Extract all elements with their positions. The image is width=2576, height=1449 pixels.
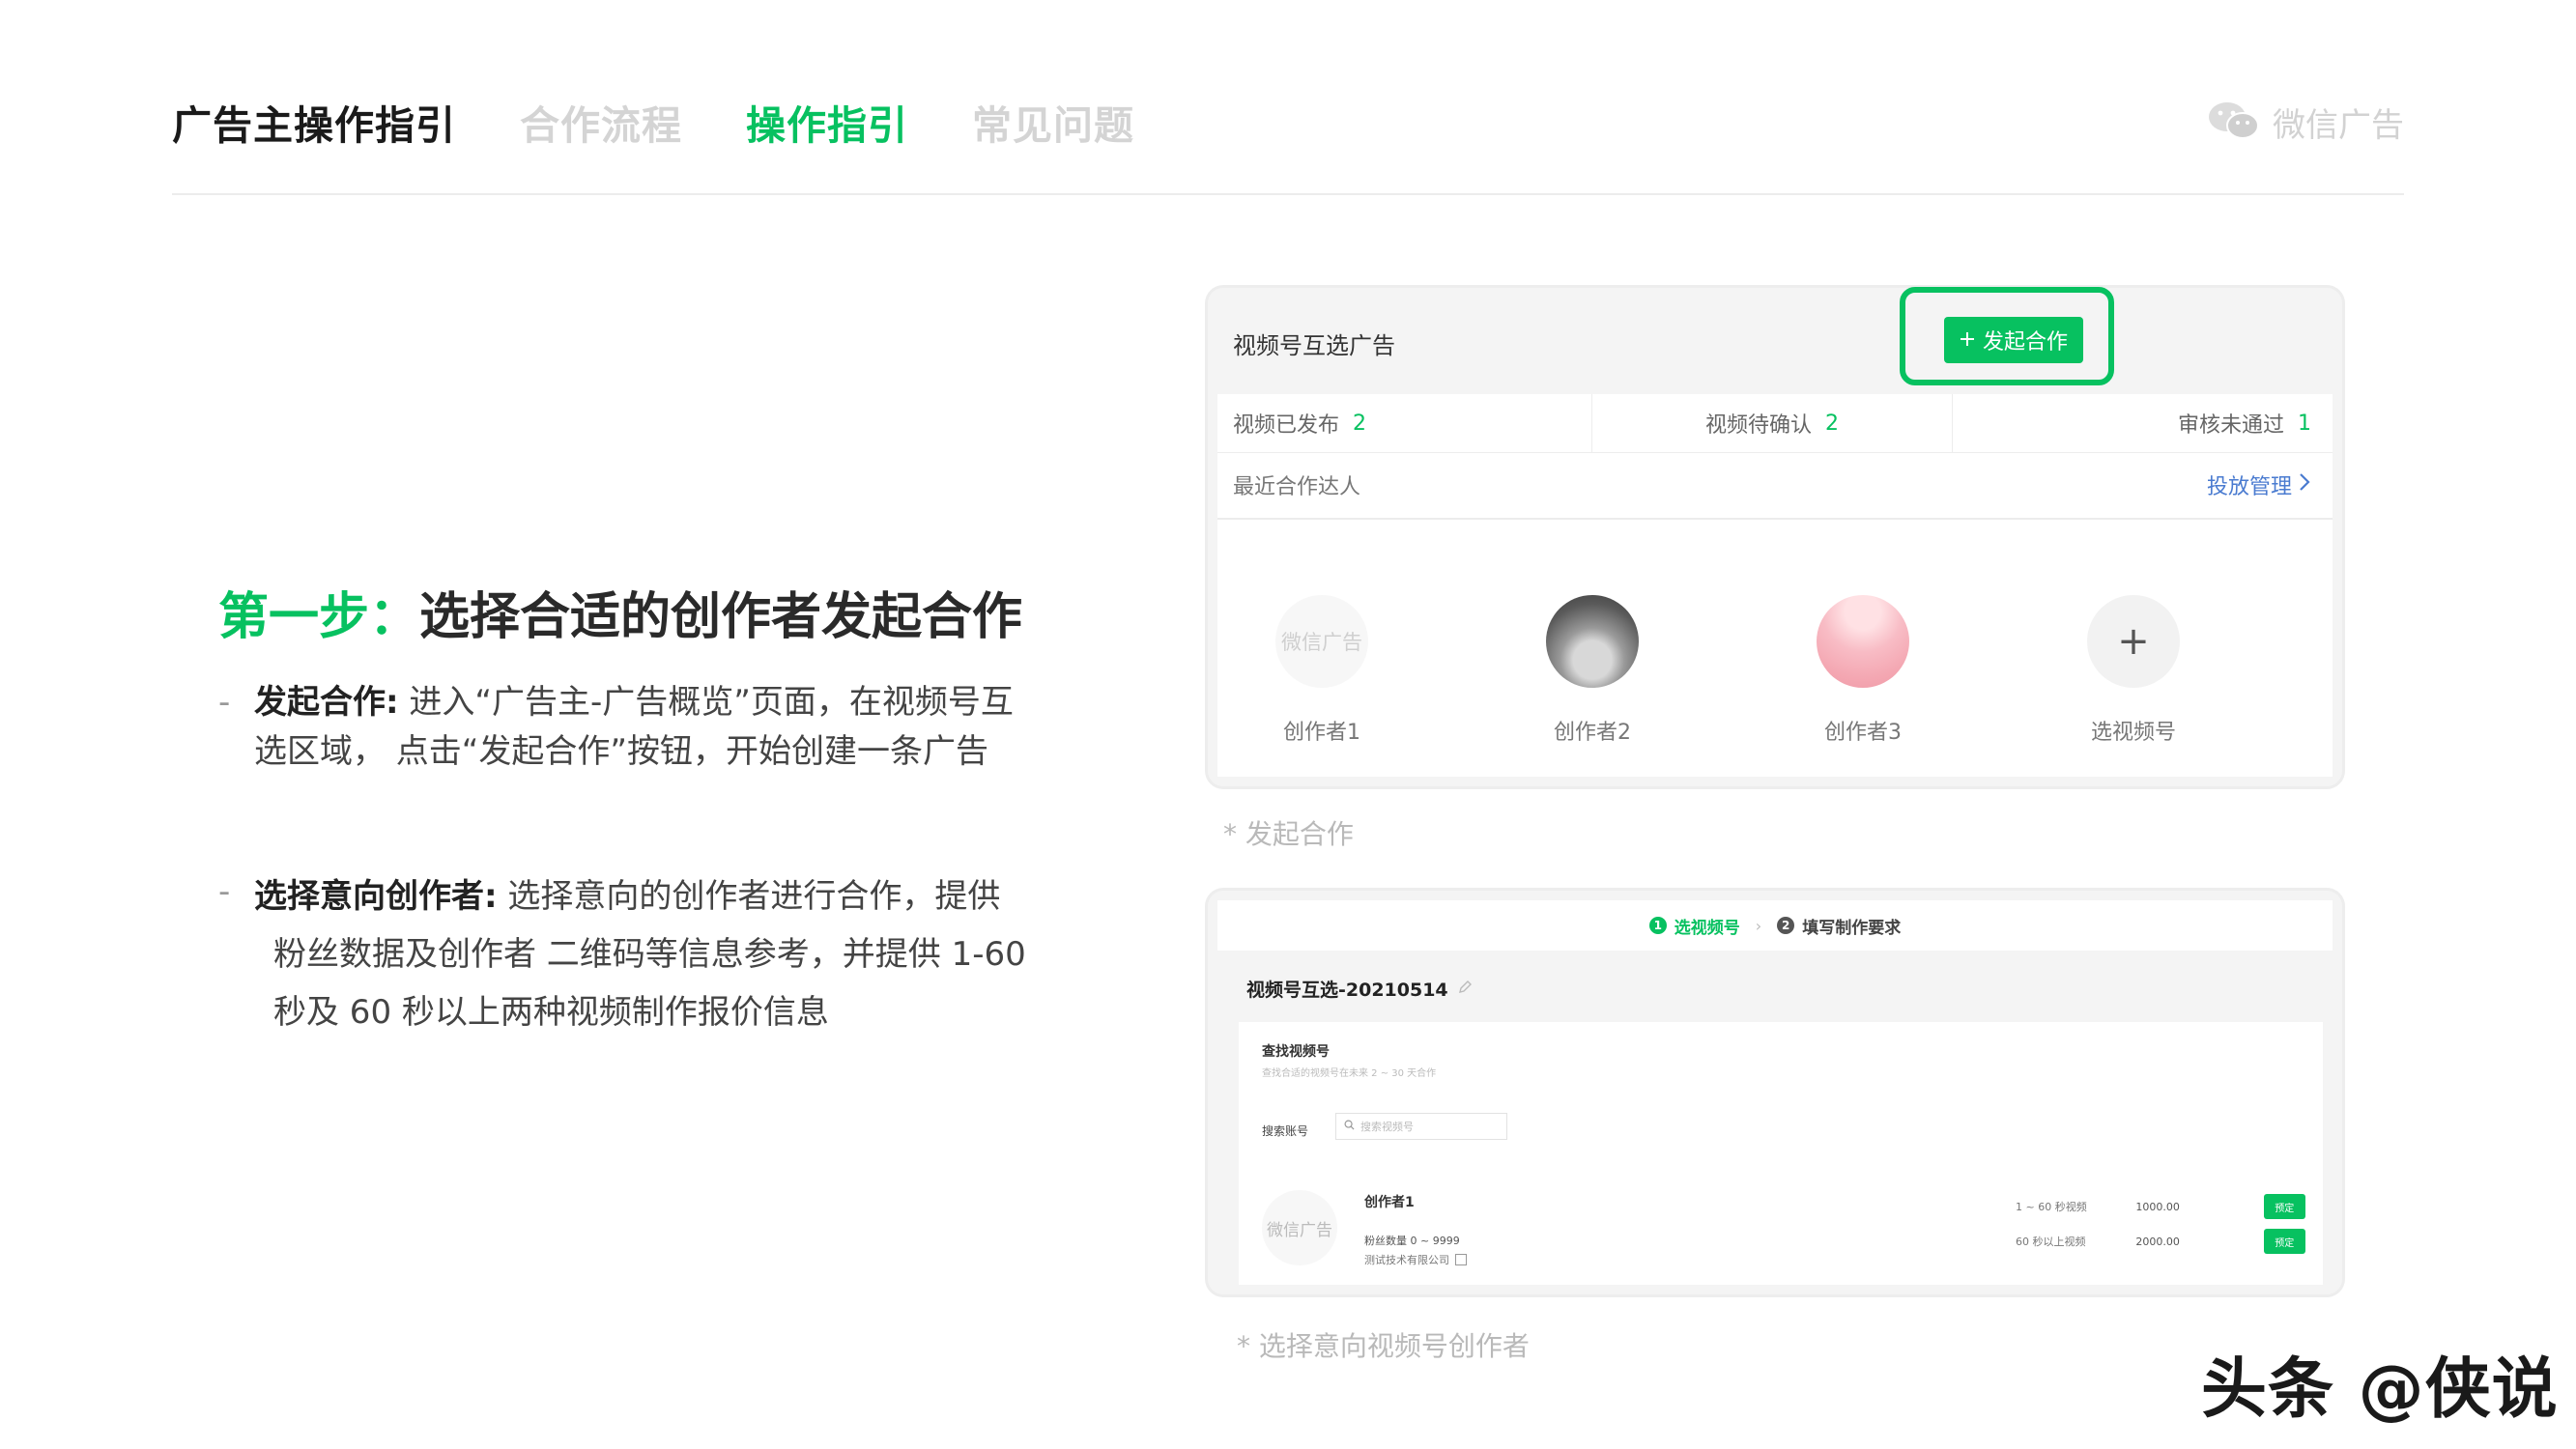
bullet-dash: -: [218, 683, 231, 722]
creator-name: 创作者2: [1554, 721, 1631, 745]
caption-select-creator: * 选择意向视频号创作者: [1237, 1330, 1530, 1362]
page-title: 广告主操作指引: [172, 102, 456, 149]
avatar: 微信广告: [1262, 1190, 1337, 1265]
stat-label: 视频待确认: [1704, 413, 1812, 438]
ad-overview-title: 视频号互选广告: [1233, 332, 1395, 359]
creator-fans: 粉丝数量 0 ~ 9999: [1364, 1235, 1460, 1247]
stat-published[interactable]: 视频已发布 2: [1217, 394, 1593, 452]
price-value: 2000.00: [2135, 1235, 2180, 1248]
select-channel-screenshot: 1 选视频号 › 2 填写制作要求 视频号互选-20210514 查找视频号 查找合…: [1208, 891, 2342, 1294]
plus-icon[interactable]: +: [2087, 595, 2180, 688]
step-title: 选择合适的创作者发起合作: [419, 588, 1023, 646]
top-nav: 广告主操作指引 合作流程 操作指引 常见问题: [172, 93, 1134, 151]
creator-name: 创作者1: [1364, 1195, 1415, 1210]
bullet-title: 选择意向创作者:: [254, 877, 498, 916]
search-label: 搜索账号: [1262, 1124, 1309, 1138]
recent-creators-label: 最近合作达人: [1233, 475, 1361, 499]
chevron-right-icon: [2298, 471, 2311, 498]
bullet-body: 选择意向创作者: 选择意向的创作者进行合作，提供粉丝数据及创作者 二维码等信息参…: [254, 867, 1027, 1041]
price-label: 60 秒以上视频: [2016, 1236, 2086, 1248]
stat-value: 2: [1353, 411, 1367, 436]
campaign-name: 视频号互选-20210514: [1246, 980, 1448, 1001]
recent-creators-bar: 最近合作达人 投放管理: [1217, 452, 2333, 520]
ad-overview-panel: 视频已发布 2 视频待确认 2 审核未通过 1 最近合作达人 投放管理 微信广告 创作…: [1217, 394, 2333, 777]
step-separator-icon: ›: [1755, 916, 1762, 935]
tab-operation-guide[interactable]: 操作指引: [746, 93, 908, 151]
creator-company: 测试技术有限公司: [1364, 1252, 1467, 1267]
step-label: 选视频号: [1674, 918, 1740, 938]
stat-value: 2: [1825, 411, 1839, 436]
wechat-icon: [2207, 99, 2261, 146]
avatar: [1817, 595, 1909, 688]
tab-faq[interactable]: 常见问题: [972, 93, 1134, 151]
price-value: 1000.00: [2135, 1200, 2180, 1213]
stat-label: 视频已发布: [1233, 413, 1340, 438]
tab-cooperation-process[interactable]: 合作流程: [520, 93, 682, 151]
book-button[interactable]: 预定: [2263, 1194, 2305, 1219]
qr-code-icon[interactable]: [1455, 1254, 1467, 1265]
find-channel-subtitle: 查找合适的视频号在未来 2 ~ 30 天合作: [1262, 1068, 1437, 1079]
bullet-text-line3: 秒及 60 秒以上两种视频制作报价信息: [273, 993, 829, 1032]
manage-link[interactable]: 投放管理: [2207, 469, 2333, 500]
creator-item[interactable]: 创作者3: [1786, 595, 1940, 746]
step-select-channel[interactable]: 1 选视频号: [1648, 914, 1740, 938]
price-row: 60 秒以上视频 2000.00 预定: [2016, 1229, 2305, 1254]
search-icon: [1344, 1120, 1355, 1133]
creator-name: 选视频号: [2090, 721, 2176, 745]
brand-name: 微信广告: [2273, 106, 2404, 145]
pencil-icon[interactable]: [1458, 980, 1472, 998]
ad-overview-header: 视频号互选广告: [1208, 288, 2342, 394]
creator-item[interactable]: 微信广告 创作者1: [1245, 595, 1399, 746]
book-button[interactable]: 预定: [2263, 1229, 2305, 1254]
price-row: 1 ~ 60 秒视频 1000.00 预定: [2016, 1194, 2305, 1219]
company-name: 测试技术有限公司: [1364, 1254, 1449, 1266]
bullet-title: 发起合作:: [254, 683, 399, 722]
step-heading: 第一步：选择合适的创作者发起合作: [218, 576, 1022, 648]
brand-logo: 微信广告: [2207, 99, 2404, 146]
step-number: 1: [1648, 917, 1667, 934]
watermark: 头条 @侠说: [2201, 1351, 2559, 1428]
bullet-text-line2: 粉丝数据及创作者 二维码等信息参考，并提供 1-60: [273, 935, 1026, 974]
creator-list: 微信广告 创作者1 创作者2 创作者3 + 选视频号: [1217, 518, 2333, 777]
caption-start-cooperation: * 发起合作: [1223, 818, 1354, 850]
search-input[interactable]: 搜索视频号: [1335, 1113, 1507, 1140]
stats-row: 视频已发布 2 视频待确认 2 审核未通过 1: [1217, 394, 2333, 453]
bullet-dash: -: [218, 872, 231, 911]
start-cooperation-label: 发起合作: [1982, 330, 2068, 355]
bullet-select-creator: - 选择意向创作者: 选择意向的创作者进行合作，提供粉丝数据及创作者 二维码等信…: [218, 867, 1030, 1041]
search-placeholder: 搜索视频号: [1360, 1121, 1414, 1133]
step-number: 2: [1777, 917, 1795, 934]
stat-rejected[interactable]: 审核未通过 1: [1953, 394, 2333, 452]
page-header: 广告主操作指引 合作流程 操作指引 常见问题 微信广告: [172, 93, 2404, 151]
header-divider: [172, 193, 2404, 195]
manage-link-label: 投放管理: [2206, 475, 2292, 499]
stat-label: 审核未通过: [2177, 413, 2284, 438]
select-channel-item[interactable]: + 选视频号: [2056, 595, 2211, 746]
find-channel-title: 查找视频号: [1262, 1044, 1330, 1060]
step-progress: 1 选视频号 › 2 填写制作要求: [1217, 900, 2333, 951]
bullet-text-line1: 选择意向的创作者进行合作，提供: [497, 877, 1001, 916]
bullet-start-cooperation: - 发起合作: 进入“广告主-广告概览”页面，在视频号互选区域， 点击“发起合作…: [218, 678, 1030, 833]
bullet-body: 发起合作: 进入“广告主-广告概览”页面，在视频号互选区域， 点击“发起合作”按…: [254, 678, 1027, 777]
creator-item[interactable]: 创作者2: [1515, 595, 1670, 746]
avatar: [1546, 595, 1639, 688]
plus-icon: [1960, 328, 1975, 353]
creator-name: 创作者3: [1824, 721, 1902, 745]
price-label: 1 ~ 60 秒视频: [2016, 1201, 2087, 1213]
avatar-placeholder-text: 微信广告: [1281, 631, 1362, 654]
find-channel-panel: 查找视频号 查找合适的视频号在未来 2 ~ 30 天合作 搜索账号 搜索视频号 …: [1239, 1022, 2323, 1285]
stat-pending[interactable]: 视频待确认 2: [1592, 394, 1953, 452]
step-label: 填写制作要求: [1802, 918, 1902, 938]
step-prefix: 第一步：: [218, 588, 420, 646]
stat-value: 1: [2297, 411, 2311, 436]
creator-name: 创作者1: [1283, 721, 1360, 745]
start-cooperation-button[interactable]: 发起合作: [1944, 317, 2083, 363]
campaign-title: 视频号互选-20210514: [1246, 976, 1472, 1002]
avatar: 微信广告: [1275, 595, 1368, 688]
ad-overview-screenshot: 视频号互选广告 视频已发布 2 视频待确认 2 审核未通过 1 最近合作达人 投放管理…: [1208, 288, 2342, 786]
step-fill-requirements[interactable]: 2 填写制作要求: [1777, 914, 1901, 938]
